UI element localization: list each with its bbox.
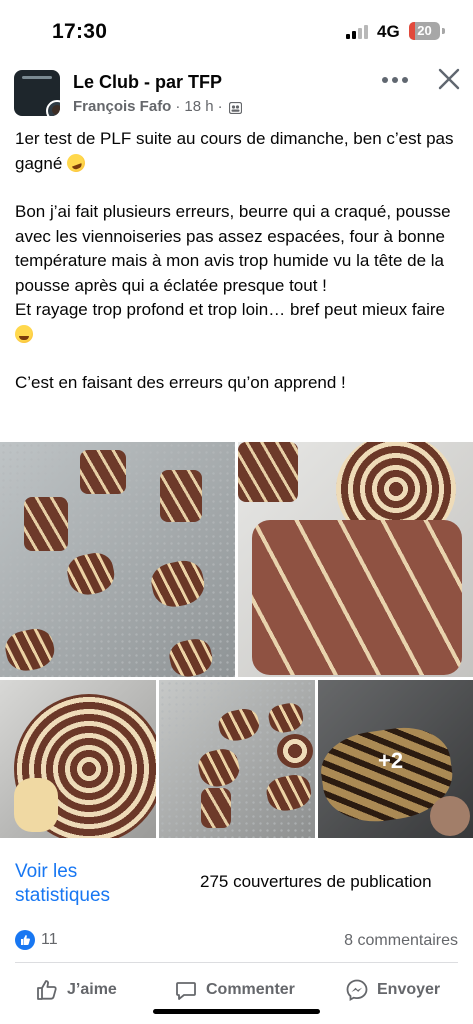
reaction-count: 11 (41, 931, 58, 948)
post-coverage: 275 couvertures de publication (200, 872, 432, 891)
send-label: Envoyer (377, 981, 441, 998)
battery-icon: 20 (409, 22, 440, 40)
comment-button[interactable]: Commenter (174, 978, 295, 1002)
photo-4[interactable] (159, 680, 315, 838)
meta-separator: · (175, 98, 181, 115)
post-text-paragraph2: Bon j’ai fait plusieurs erreurs, beurre … (15, 202, 451, 319)
post-meta: François Fafo · 18 h · (73, 98, 242, 115)
group-name[interactable]: Le Club - par TFP (73, 72, 222, 93)
thumbs-up-icon (37, 980, 57, 1000)
close-icon[interactable] (436, 66, 462, 92)
like-button[interactable]: J’aime (35, 978, 117, 1002)
photo-grid: +2 (0, 442, 473, 838)
meta-separator-2: · (217, 98, 223, 115)
comments-count[interactable]: 8 commentaires (344, 932, 458, 950)
signal-icon (346, 25, 372, 39)
more-options-button[interactable] (382, 70, 410, 90)
post-paragraph-1: 1er test de PLF suite au cours de dimanc… (15, 127, 463, 176)
status-bar: 17:30 4G 20 (0, 0, 473, 62)
author-avatar[interactable] (46, 100, 60, 116)
battery-level: 20 (417, 23, 432, 38)
photo-2[interactable] (238, 442, 473, 677)
post-time[interactable]: 18 h (184, 98, 213, 115)
comment-label: Commenter (206, 981, 295, 998)
post-header: Le Club - par TFP François Fafo · 18 h · (0, 62, 473, 122)
like-label: J’aime (67, 981, 117, 998)
action-bar: J’aime Commenter Envoyer (0, 970, 473, 1012)
author-name[interactable]: François Fafo (73, 98, 171, 115)
wink-emoji-icon (15, 324, 33, 343)
more-photos-count: +2 (378, 748, 404, 773)
post-paragraph-2: Bon j’ai fait plusieurs erreurs, beurre … (15, 200, 463, 347)
rofl-emoji-icon (64, 150, 88, 175)
messenger-icon (346, 979, 368, 1002)
post-body: 1er test de PLF suite au cours de dimanc… (15, 127, 463, 396)
photo-5[interactable]: +2 (318, 680, 473, 838)
view-statistics-link[interactable]: Voir les statistiques (15, 860, 165, 908)
group-logo (22, 76, 52, 79)
reactions-summary[interactable]: 11 (15, 930, 58, 950)
divider (15, 962, 458, 963)
photo-1[interactable] (0, 442, 235, 677)
photo-3[interactable] (0, 680, 156, 838)
home-indicator (153, 1009, 320, 1014)
battery-nub (442, 28, 445, 34)
comment-icon (176, 982, 196, 1000)
post-paragraph-3: C’est en faisant des erreurs qu’on appre… (15, 373, 346, 392)
author-face (52, 105, 60, 115)
network-type: 4G (377, 22, 400, 41)
like-reaction-icon (15, 930, 35, 950)
status-time: 17:30 (52, 20, 108, 43)
send-button[interactable]: Envoyer (345, 978, 440, 1002)
group-members-icon (228, 101, 242, 114)
group-avatar[interactable] (14, 70, 60, 116)
